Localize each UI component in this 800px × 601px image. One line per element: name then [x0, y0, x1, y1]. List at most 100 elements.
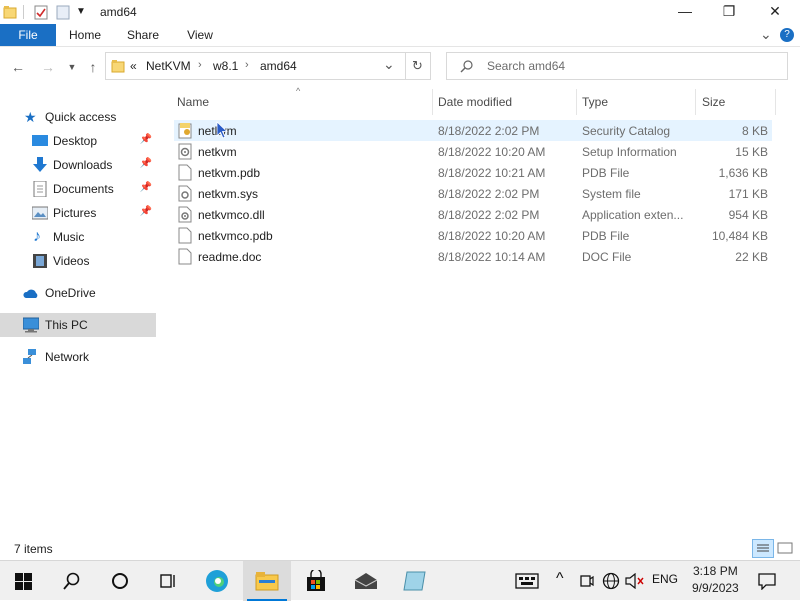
file-size: 954 KB: [728, 208, 768, 222]
toolbar-divider: [23, 5, 24, 19]
nav-item-label: OneDrive: [45, 286, 96, 300]
file-icon: [178, 164, 192, 181]
search-box[interactable]: Search amd64: [446, 52, 788, 80]
breadcrumb-netkvm[interactable]: NetKVM: [146, 59, 191, 73]
pin-icon[interactable]: 📌: [140, 134, 152, 145]
tab-home[interactable]: Home: [63, 24, 107, 46]
file-name: readme.doc: [198, 250, 262, 264]
properties-icon[interactable]: [34, 4, 48, 20]
store-taskbar-button[interactable]: [292, 561, 340, 601]
breadcrumb-separator[interactable]: ›: [198, 59, 202, 71]
music-icon: ♪: [33, 228, 41, 245]
star-icon: ★: [24, 109, 37, 125]
documents-icon: [33, 181, 47, 197]
edge-taskbar-button[interactable]: [194, 561, 242, 601]
ribbon-expand-button[interactable]: ⌄: [760, 26, 772, 43]
address-bar[interactable]: « NetKVM › w8.1 › amd64 ⌄ ↻: [105, 52, 431, 80]
pin-icon[interactable]: 📌: [140, 158, 152, 169]
nav-network[interactable]: Network: [0, 345, 156, 369]
up-button[interactable]: ↑: [83, 57, 103, 77]
file-explorer-icon: [255, 572, 279, 591]
network-globe-icon[interactable]: [602, 572, 620, 590]
videos-icon: [33, 254, 47, 268]
nav-desktop[interactable]: Desktop 📌: [0, 129, 156, 153]
breadcrumb-amd64[interactable]: amd64: [260, 59, 297, 73]
search-placeholder: Search amd64: [487, 59, 566, 73]
file-row[interactable]: netkvmco.pdb 8/18/2022 10:20 AM PDB File…: [174, 225, 772, 246]
column-type[interactable]: Type: [582, 95, 608, 109]
pictures-icon: [32, 206, 48, 220]
column-divider[interactable]: [775, 89, 776, 115]
tab-share[interactable]: Share: [121, 24, 165, 46]
setup-information-icon: [178, 143, 192, 160]
cortana-button[interactable]: [96, 561, 144, 601]
column-name[interactable]: Name: [177, 95, 209, 109]
column-divider[interactable]: [576, 89, 577, 115]
new-folder-icon[interactable]: [56, 4, 70, 20]
file-row[interactable]: netkvm 8/18/2022 10:20 AM Setup Informat…: [174, 141, 772, 162]
pin-icon[interactable]: 📌: [140, 182, 152, 193]
column-divider[interactable]: [432, 89, 433, 115]
touch-keyboard-icon[interactable]: [515, 573, 539, 589]
start-button[interactable]: [0, 561, 48, 601]
column-date-modified[interactable]: Date modified: [438, 95, 512, 109]
nav-this-pc[interactable]: This PC: [0, 313, 156, 337]
clock-time[interactable]: 3:18 PM: [693, 564, 738, 578]
address-dropdown-button[interactable]: ⌄: [383, 56, 395, 73]
help-button[interactable]: ?: [780, 28, 794, 42]
pin-icon[interactable]: 📌: [140, 206, 152, 217]
minimize-button[interactable]: —: [662, 0, 708, 24]
file-row[interactable]: netkvmco.dll 8/18/2022 2:02 PM Applicati…: [174, 204, 772, 225]
nav-onedrive[interactable]: OneDrive: [0, 281, 156, 305]
file-explorer-taskbar-button[interactable]: [243, 561, 291, 601]
column-size[interactable]: Size: [702, 95, 725, 109]
forward-button[interactable]: →: [38, 57, 58, 77]
column-divider[interactable]: [695, 89, 696, 115]
cortana-icon: [112, 573, 128, 589]
quick-toolbar-dropdown-icon[interactable]: ▼: [76, 6, 86, 17]
language-indicator[interactable]: ENG: [652, 572, 678, 586]
close-button[interactable]: ✕: [752, 0, 798, 24]
clock-date[interactable]: 9/9/2023: [692, 581, 739, 595]
refresh-button[interactable]: ↻: [412, 58, 423, 74]
breadcrumb-separator[interactable]: ›: [245, 59, 249, 71]
address-divider: [405, 53, 406, 79]
nav-music[interactable]: ♪ Music: [0, 225, 156, 249]
large-icons-view-icon[interactable]: [777, 541, 793, 556]
recent-locations-icon[interactable]: ▼: [62, 57, 82, 77]
file-date: 8/18/2022 2:02 PM: [438, 187, 540, 201]
task-view-button[interactable]: [144, 561, 192, 601]
breadcrumb-w81[interactable]: w8.1: [213, 59, 238, 73]
nav-pictures[interactable]: Pictures 📌: [0, 201, 156, 225]
nav-quick-access[interactable]: ★ Quick access: [0, 105, 156, 129]
notifications-icon[interactable]: [757, 572, 777, 590]
folder-icon[interactable]: [3, 5, 17, 19]
back-button[interactable]: ←: [8, 57, 28, 77]
file-row[interactable]: netkvm.pdb 8/18/2022 10:21 AM PDB File 1…: [174, 162, 772, 183]
tab-view[interactable]: View: [178, 24, 222, 46]
mail-taskbar-button[interactable]: [342, 561, 390, 601]
volume-muted-icon[interactable]: [625, 573, 645, 589]
edge-browser-icon: [206, 570, 228, 592]
store-icon: [307, 570, 325, 591]
file-row[interactable]: netkvm 8/18/2022 2:02 PM Security Catalo…: [174, 120, 772, 141]
taskbar: ^ ENG 3:18 PM 9/9/2023: [0, 560, 800, 601]
file-name: netkvm: [198, 145, 237, 159]
nav-documents[interactable]: Documents 📌: [0, 177, 156, 201]
maximize-button[interactable]: ❐: [706, 0, 752, 24]
details-view-icon[interactable]: [752, 539, 774, 558]
nav-videos[interactable]: Videos: [0, 249, 156, 273]
app-taskbar-button[interactable]: [391, 561, 439, 601]
file-row[interactable]: readme.doc 8/18/2022 10:14 AM DOC File 2…: [174, 246, 772, 267]
show-hidden-icons-icon[interactable]: ^: [556, 570, 564, 588]
meet-now-icon[interactable]: [580, 573, 594, 589]
file-name: netkvmco.dll: [198, 208, 265, 222]
nav-item-label: Desktop: [53, 134, 98, 148]
sort-ascending-icon: ^: [296, 86, 301, 96]
tab-file[interactable]: File: [0, 24, 56, 46]
search-taskbar-button[interactable]: [48, 561, 96, 601]
nav-downloads[interactable]: Downloads 📌: [0, 153, 156, 177]
file-row[interactable]: netkvm.sys 8/18/2022 2:02 PM System file…: [174, 183, 772, 204]
file-date: 8/18/2022 10:21 AM: [438, 166, 546, 180]
breadcrumb-overflow[interactable]: «: [130, 59, 137, 73]
